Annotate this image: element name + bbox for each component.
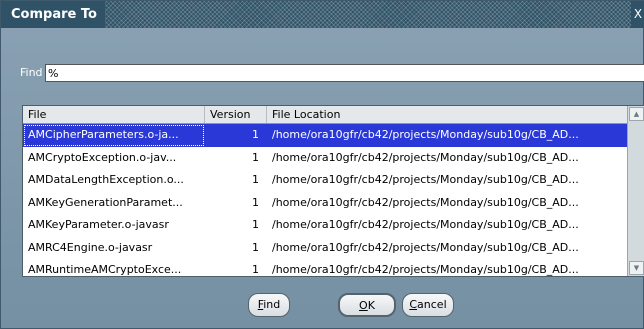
cancel-button[interactable]: Cancel xyxy=(402,293,454,317)
file-location-cell: /home/ora10gfr/cb42/projects/Monday/sub1… xyxy=(272,195,579,209)
find-input[interactable] xyxy=(45,64,644,82)
column-header-file[interactable]: File xyxy=(23,106,205,123)
compare-to-dialog: Compare To X Find File Version File Loca… xyxy=(0,0,644,329)
scroll-up-icon[interactable]: ▲ xyxy=(629,107,644,121)
file-cell: AMKeyGenerationParamet... xyxy=(28,195,183,209)
file-cell: AMCryptoException.o-jav... xyxy=(28,150,177,164)
table-header: File Version File Location xyxy=(23,106,628,124)
table-row[interactable]: AMDataLengthException.o... 1/home/ora10gf… xyxy=(23,169,628,192)
version-cell: 1 xyxy=(252,263,259,276)
find-label: Find xyxy=(20,66,43,79)
scroll-down-icon[interactable]: ▼ xyxy=(629,261,644,275)
file-cell: AMDataLengthException.o... xyxy=(28,173,184,186)
file-location-cell: /home/ora10gfr/cb42/projects/Monday/sub1… xyxy=(272,150,579,164)
title-bar[interactable]: Compare To X xyxy=(1,1,644,28)
table-rows: AMCipherParameters.o-ja... 1/home/ora10gf… xyxy=(23,124,628,276)
table-row[interactable]: AMCipherParameters.o-ja... 1/home/ora10gf… xyxy=(23,124,628,147)
file-location-cell: /home/ora10gfr/cb42/projects/Monday/sub1… xyxy=(272,128,579,141)
table-row[interactable]: AMCryptoException.o-jav... 1/home/ora10gf… xyxy=(23,147,628,170)
file-location-cell: /home/ora10gfr/cb42/projects/Monday/sub1… xyxy=(272,240,579,254)
file-cell: AMRuntimeAMCryptoExce... xyxy=(28,263,182,276)
version-cell: 1 xyxy=(252,218,259,231)
version-cell: 1 xyxy=(252,128,259,141)
table-row[interactable]: AMRC4Engine.o-javasr 1/home/ora10gfr/cb42… xyxy=(23,237,628,260)
version-cell: 1 xyxy=(252,240,259,254)
find-button[interactable]: Find xyxy=(248,293,290,317)
column-header-file-location[interactable]: File Location xyxy=(267,106,628,123)
version-cell: 1 xyxy=(252,195,259,209)
version-cell: 1 xyxy=(252,150,259,164)
file-location-cell: /home/ora10gfr/cb42/projects/Monday/sub1… xyxy=(272,263,579,276)
table-row[interactable]: AMKeyParameter.o-javasr 1/home/ora10gfr/c… xyxy=(23,214,628,237)
close-icon[interactable]: X xyxy=(631,1,644,28)
file-location-cell: /home/ora10gfr/cb42/projects/Monday/sub1… xyxy=(272,218,579,231)
table-row[interactable]: AMRuntimeAMCryptoExce... 1/home/ora10gfr/… xyxy=(23,259,628,276)
window-title: Compare To xyxy=(1,1,105,28)
column-header-version[interactable]: Version xyxy=(205,106,267,123)
file-cell: AMCipherParameters.o-ja... xyxy=(23,124,205,147)
file-location-cell: /home/ora10gfr/cb42/projects/Monday/sub1… xyxy=(272,173,579,186)
button-bar: Find OK Cancel xyxy=(1,293,644,319)
file-cell: AMKeyParameter.o-javasr xyxy=(28,218,169,231)
file-table: File Version File Location AMCipherParam… xyxy=(22,105,644,277)
vertical-scrollbar[interactable]: ▲ ▼ xyxy=(627,106,644,276)
ok-button[interactable]: OK xyxy=(338,293,396,317)
table-row[interactable]: AMKeyGenerationParamet... 1/home/ora10gfr… xyxy=(23,192,628,215)
version-cell: 1 xyxy=(252,173,259,186)
file-cell: AMRC4Engine.o-javasr xyxy=(28,240,153,254)
